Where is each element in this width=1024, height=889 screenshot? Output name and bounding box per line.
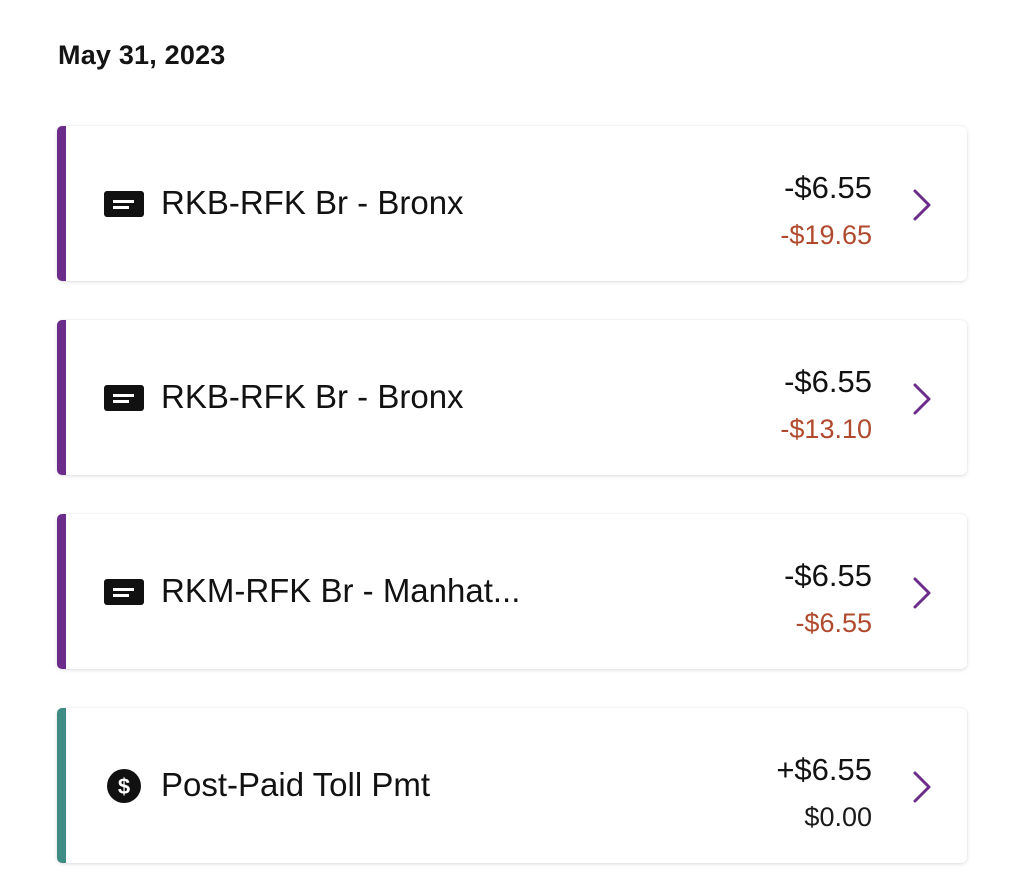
chevron-right-icon[interactable] xyxy=(911,382,933,416)
transaction-amount: -$6.55 xyxy=(784,558,872,593)
transaction-title: RKB-RFK Br - Bronx xyxy=(161,184,464,221)
running-balance: -$6.55 xyxy=(795,608,872,638)
tag-card-icon xyxy=(104,578,144,606)
running-balance: -$19.65 xyxy=(780,220,872,250)
chevron-right-icon[interactable] xyxy=(911,576,933,610)
running-balance: $0.00 xyxy=(804,802,872,832)
transaction-amount: -$6.55 xyxy=(784,364,872,399)
transaction-title: RKB-RFK Br - Bronx xyxy=(161,378,464,415)
transaction-title: RKM-RFK Br - Manhat... xyxy=(161,572,521,609)
transaction-title: Post-Paid Toll Pmt xyxy=(161,766,430,803)
transaction-card[interactable]: $ Post-Paid Toll Pmt +$6.55 $0.00 xyxy=(57,708,967,863)
date-heading: May 31, 2023 xyxy=(58,40,226,70)
chevron-right-icon[interactable] xyxy=(911,188,933,222)
transaction-history-page: May 31, 2023 RKB-RFK Br - Bronx -$6.55 -… xyxy=(0,0,1024,889)
transaction-card[interactable]: RKB-RFK Br - Bronx -$6.55 -$19.65 xyxy=(57,126,967,281)
transaction-card[interactable]: RKM-RFK Br - Manhat... -$6.55 -$6.55 xyxy=(57,514,967,669)
tag-card-icon xyxy=(104,384,144,412)
transaction-card[interactable]: RKB-RFK Br - Bronx -$6.55 -$13.10 xyxy=(57,320,967,475)
tag-card-icon xyxy=(104,190,144,218)
chevron-right-icon[interactable] xyxy=(911,770,933,804)
dollar-circle-icon: $ xyxy=(104,769,144,803)
transaction-list: RKB-RFK Br - Bronx -$6.55 -$19.65 RKB-RF… xyxy=(57,126,967,889)
transaction-amount: +$6.55 xyxy=(776,752,872,787)
svg-text:$: $ xyxy=(118,774,130,799)
running-balance: -$13.10 xyxy=(780,414,872,444)
transaction-amount: -$6.55 xyxy=(784,170,872,205)
